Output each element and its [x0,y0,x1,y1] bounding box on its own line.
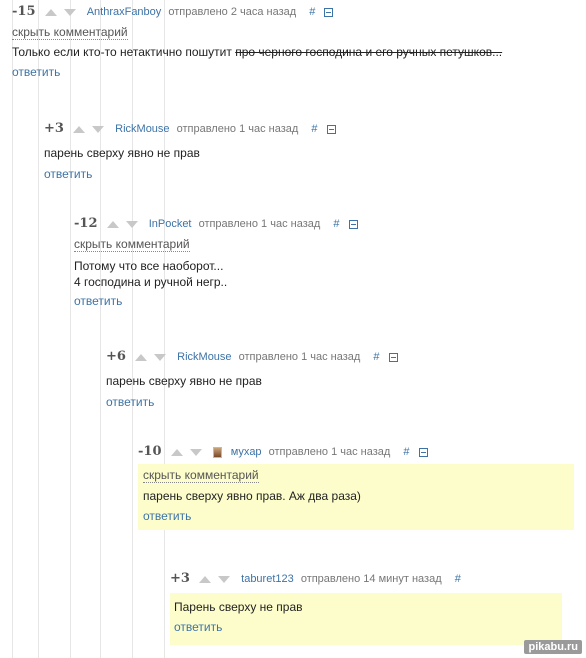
comment-author[interactable]: мухар [231,444,262,460]
thread-line [164,0,165,658]
downvote-arrow-icon[interactable] [63,8,76,16]
comment: -10 мухар отправлено 1 час назад # скрыт… [138,444,574,530]
comment: -12 InPocket отправлено 1 час назад # ск… [74,216,564,308]
upvote-arrow-icon[interactable] [135,353,148,361]
permalink[interactable]: # [311,121,317,137]
downvote-arrow-icon[interactable] [154,353,167,361]
upvote-arrow-icon[interactable] [44,8,57,16]
comment-text: парень сверху явно прав. Аж два раза) [143,489,361,503]
comment-text-strikethrough: про черного господина и его ручных петуш… [235,45,503,59]
thread-line [38,0,39,658]
permalink[interactable]: # [455,571,461,587]
comment-body-highlight: Парень сверху не прав ответить [170,593,562,645]
upvote-arrow-icon[interactable] [106,220,119,228]
comment-text-plain: Только если кто-то нетактично пошутит [12,45,232,59]
comment-timestamp: отправлено 1 час назад [238,351,361,364]
comment-header: +6 RickMouse отправлено 1 час назад # [106,349,566,365]
comment-header: -10 мухар отправлено 1 час назад # [138,444,574,460]
comment-author[interactable]: taburet123 [241,571,294,587]
downvote-arrow-icon[interactable] [92,125,105,133]
comment-timestamp: отправлено 2 часа назад [168,6,297,19]
comment-author[interactable]: InPocket [149,216,192,232]
upvote-arrow-icon[interactable] [170,448,183,456]
downvote-arrow-icon[interactable] [125,220,138,228]
comment: +6 RickMouse отправлено 1 час назад # па… [106,349,566,409]
upvote-arrow-icon[interactable] [199,575,212,583]
comment-text: Только если кто-то нетактично пошутит пр… [12,44,572,60]
hide-comment-link[interactable]: скрыть комментарий [74,237,190,252]
thread-line [70,0,71,658]
hide-comment-link[interactable]: скрыть комментарий [143,468,259,483]
comment: +3 RickMouse отправлено 1 час назад # па… [44,121,564,181]
thread-line [12,0,13,658]
permalink[interactable]: # [309,4,315,20]
downvote-arrow-icon[interactable] [218,575,231,583]
reply-link[interactable]: ответить [174,620,557,634]
comment-timestamp: отправлено 1 час назад [176,123,299,136]
comment: +3 taburet123 отправлено 14 минут назад … [170,571,562,645]
comment: -15 AnthraxFanboy отправлено 2 часа наза… [12,4,572,79]
comment-score: +6 [106,349,126,365]
collapse-icon[interactable] [418,447,428,457]
collapse-icon[interactable] [326,124,336,134]
comment-score: -12 [74,216,98,232]
comment-text: Потому что все наоборот... 4 господина и… [74,258,564,290]
comment-header: -12 InPocket отправлено 1 час назад # [74,216,564,232]
comment-text: Парень сверху не прав [174,600,303,614]
comment-text: парень сверху явно не прав [106,374,262,388]
comment-header: +3 taburet123 отправлено 14 минут назад … [170,571,562,587]
collapse-icon[interactable] [324,7,334,17]
collapse-icon[interactable] [348,219,358,229]
comment-text-line: Потому что все наоборот... [74,259,224,273]
reply-link[interactable]: ответить [74,294,564,308]
comment-score: +3 [170,571,190,587]
permalink[interactable]: # [403,444,409,460]
permalink[interactable]: # [373,349,379,365]
reply-link[interactable]: ответить [44,167,564,181]
reply-link[interactable]: ответить [12,65,572,79]
comment-text-line: 4 господина и ручной негр.. [74,275,228,289]
reply-link[interactable]: ответить [106,395,566,409]
comment-score: -10 [138,444,162,460]
reply-link[interactable]: ответить [143,509,569,523]
comment-author[interactable]: RickMouse [177,349,231,365]
watermark: pikabu.ru [524,640,582,654]
comment-author[interactable]: AnthraxFanboy [87,4,162,20]
comment-timestamp: отправлено 14 минут назад [300,573,442,586]
thread-line [100,0,101,658]
avatar [212,446,222,458]
comment-timestamp: отправлено 1 час назад [198,218,321,231]
thread-line [132,0,133,658]
collapse-icon[interactable] [388,352,398,362]
comment-score: -15 [12,4,36,20]
comment-author[interactable]: RickMouse [115,121,169,137]
comment-score: +3 [44,121,64,137]
upvote-arrow-icon[interactable] [73,125,86,133]
comment-body-highlight: скрыть комментарий парень сверху явно пр… [138,464,574,530]
comment-timestamp: отправлено 1 час назад [268,446,391,459]
downvote-arrow-icon[interactable] [189,448,202,456]
hide-comment-link[interactable]: скрыть комментарий [12,25,128,40]
comment-text: парень сверху явно не прав [44,146,200,160]
permalink[interactable]: # [333,216,339,232]
comment-header: +3 RickMouse отправлено 1 час назад # [44,121,564,137]
comment-header: -15 AnthraxFanboy отправлено 2 часа наза… [12,4,572,20]
